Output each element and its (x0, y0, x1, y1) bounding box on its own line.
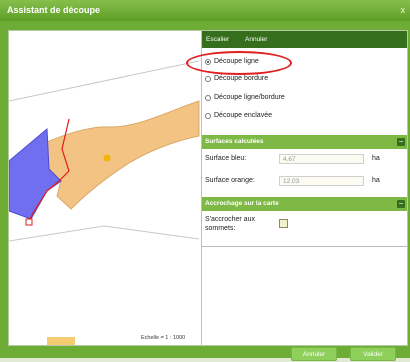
orange-surface-unit: ha (372, 177, 380, 184)
parcel-boundary-bottom (9, 225, 200, 242)
panel-tabs: Escalier Annuler (202, 31, 407, 48)
radio-label: Découpe enclavée (214, 112, 272, 119)
radio-decoupe-ligne-bordure[interactable]: Découpe ligne/bordure (205, 92, 285, 103)
map-view[interactable]: Echelle = 1 : 1000 (8, 30, 202, 346)
cut-line-end-vertex (25, 218, 33, 226)
snap-point (103, 154, 111, 162)
radio-decoupe-enclavee[interactable]: Découpe enclavée (205, 110, 272, 121)
panel-divider (202, 246, 407, 247)
radio-label: Découpe ligne/bordure (214, 94, 285, 101)
snapping-title: Accrochage sur la carte (205, 200, 279, 207)
collapse-icon[interactable]: − (397, 200, 405, 208)
snap-vertices-label: S'accrocher aux sommets: (205, 216, 255, 232)
orange-surface-field[interactable] (279, 176, 364, 186)
radio-button[interactable] (205, 112, 211, 119)
radio-button[interactable] (205, 75, 211, 82)
scale-label: Echelle = 1 : 1000 (141, 335, 186, 341)
annotation-ellipse (186, 51, 292, 75)
radio-button[interactable] (205, 94, 211, 101)
orange-surface-label: Surface orange: (205, 177, 255, 184)
blue-surface-field[interactable] (279, 154, 364, 164)
parcel-boundary-top (9, 60, 200, 102)
map-drawing (9, 60, 200, 345)
side-panel: Escalier Annuler Découpe ligne Découpe b… (186, 30, 408, 346)
surfaces-title: Surfaces calculées (205, 138, 264, 145)
tab-escalier[interactable]: Escalier (206, 36, 229, 43)
window-title: Assistant de découpe (7, 5, 101, 15)
blue-surface-label: Surface bleu: (205, 155, 247, 162)
radio-label: Découpe bordure (214, 75, 269, 82)
orange-parcel (30, 100, 200, 210)
surfaces-header[interactable]: Surfaces calculées − (202, 135, 407, 149)
dialog-window: Assistant de découpe x Echelle = 1 : 100… (0, 0, 410, 361)
close-icon[interactable]: x (401, 5, 406, 15)
title-bar[interactable]: Assistant de découpe x (0, 0, 410, 21)
cancel-button[interactable]: Annuler (291, 347, 337, 361)
snap-vertices-checkbox[interactable] (279, 219, 288, 228)
parcel-fragment (47, 337, 75, 345)
blue-surface-unit: ha (372, 155, 380, 162)
snapping-header[interactable]: Accrochage sur la carte − (202, 197, 407, 211)
tab-annuler[interactable]: Annuler (245, 36, 267, 43)
validate-button[interactable]: Valider (350, 347, 396, 361)
collapse-icon[interactable]: − (397, 138, 405, 146)
